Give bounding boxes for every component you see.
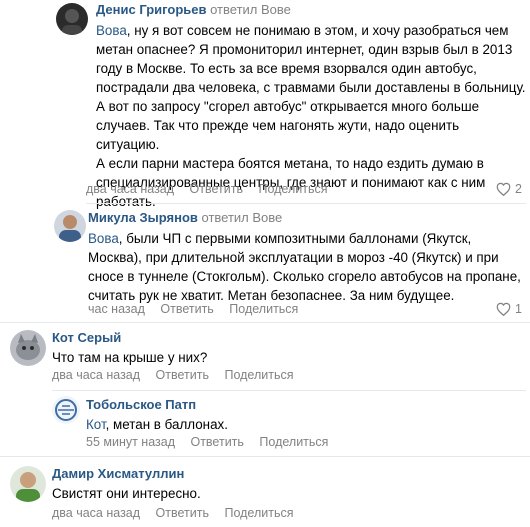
share-button[interactable]: Поделиться bbox=[258, 182, 327, 196]
comment-actions: два часа назад Ответить Поделиться bbox=[86, 181, 328, 197]
like-count: 2 bbox=[515, 182, 522, 196]
comment-text: Свистят они интересно. bbox=[52, 486, 201, 501]
addressee-link[interactable]: Вова bbox=[88, 231, 119, 246]
comment-text: Вова, были ЧП с первыми композитными бал… bbox=[88, 231, 521, 303]
reply-button[interactable]: Ответить bbox=[190, 435, 243, 449]
author-name[interactable]: Микула Зырянов bbox=[88, 210, 198, 225]
avatar[interactable] bbox=[52, 396, 80, 424]
share-button[interactable]: Поделиться bbox=[224, 368, 293, 382]
avatar[interactable] bbox=[54, 210, 86, 242]
reply-to-link[interactable]: ответил Вове bbox=[202, 210, 283, 225]
comment-actions: час назад Ответить Поделиться bbox=[88, 301, 298, 317]
share-button[interactable]: Поделиться bbox=[229, 302, 298, 316]
comment-actions: два часа назад Ответить Поделиться bbox=[52, 505, 294, 521]
comment-text: Что там на крыше у них? bbox=[52, 350, 208, 365]
reply-to-link[interactable]: ответил Вове bbox=[210, 2, 291, 17]
addressee-link[interactable]: Вова bbox=[96, 23, 127, 38]
divider bbox=[0, 322, 530, 323]
author-name[interactable]: Дамир Хисматуллин bbox=[52, 466, 184, 481]
reply-button[interactable]: Ответить bbox=[156, 368, 209, 382]
author-name[interactable]: Кот Серый bbox=[52, 330, 121, 345]
author-name[interactable]: Денис Григорьев bbox=[96, 2, 206, 17]
divider bbox=[0, 456, 530, 457]
timestamp[interactable]: час назад bbox=[88, 302, 145, 316]
like-count: 1 bbox=[515, 302, 522, 316]
author-name[interactable]: Тобольское Патп bbox=[86, 397, 196, 412]
divider bbox=[52, 390, 526, 391]
like-button[interactable]: 2 bbox=[496, 181, 522, 197]
divider bbox=[86, 203, 526, 204]
reply-button[interactable]: Ответить bbox=[160, 302, 213, 316]
timestamp[interactable]: два часа назад bbox=[86, 182, 174, 196]
like-button[interactable]: 1 bbox=[496, 301, 522, 317]
avatar[interactable] bbox=[10, 330, 46, 366]
avatar[interactable] bbox=[56, 3, 88, 35]
comment-actions: два часа назад Ответить Поделиться bbox=[52, 367, 294, 383]
share-button[interactable]: Поделиться bbox=[224, 506, 293, 520]
timestamp[interactable]: два часа назад bbox=[52, 368, 140, 382]
addressee-link[interactable]: Кот bbox=[86, 417, 106, 432]
comment-actions: 55 минут назад Ответить Поделиться bbox=[86, 434, 328, 450]
reply-button[interactable]: Ответить bbox=[190, 182, 243, 196]
timestamp[interactable]: два часа назад bbox=[52, 506, 140, 520]
comment-text: Кот, метан в баллонах. bbox=[86, 417, 228, 432]
avatar[interactable] bbox=[10, 466, 46, 502]
share-button[interactable]: Поделиться bbox=[259, 435, 328, 449]
heart-icon bbox=[496, 302, 511, 317]
reply-button[interactable]: Ответить bbox=[156, 506, 209, 520]
timestamp[interactable]: 55 минут назад bbox=[86, 435, 175, 449]
heart-icon bbox=[496, 182, 511, 197]
